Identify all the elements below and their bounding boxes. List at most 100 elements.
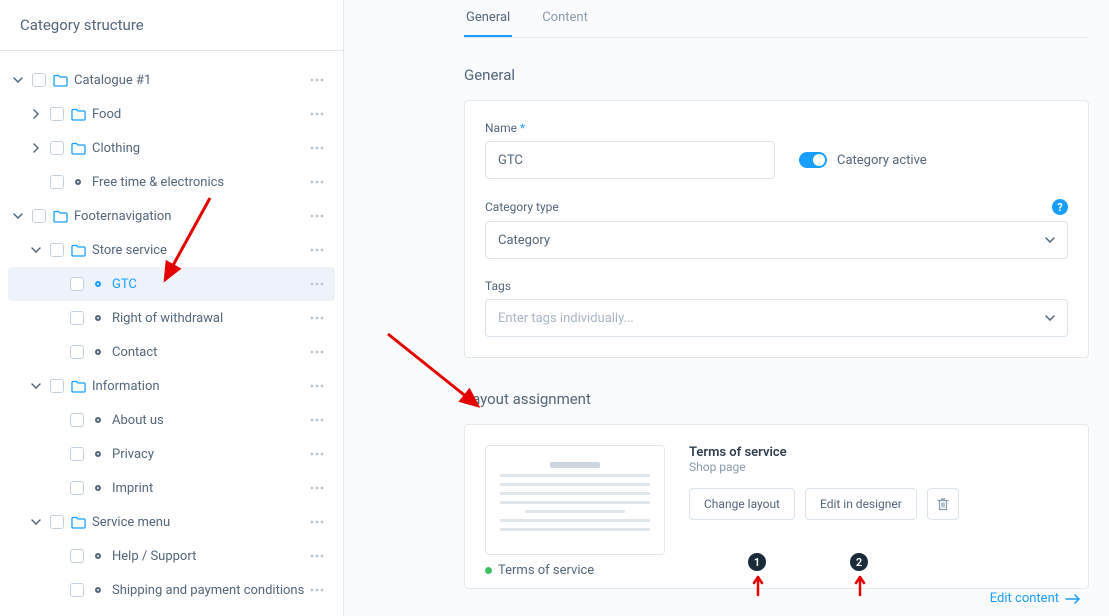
- tree-item[interactable]: Service menu: [8, 505, 335, 539]
- caret-icon[interactable]: [10, 208, 26, 224]
- category-type-select[interactable]: Category: [485, 221, 1068, 259]
- tags-text-input[interactable]: [498, 311, 1045, 326]
- more-icon[interactable]: [305, 340, 329, 364]
- edit-content-link[interactable]: Edit content: [990, 591, 1081, 606]
- folder-icon: [52, 72, 68, 88]
- tree-checkbox[interactable]: [70, 549, 84, 563]
- annotation-badge-2: 2: [850, 553, 868, 571]
- category-tree: Catalogue #1 Food ClothingFree time & elec…: [0, 51, 343, 616]
- tree-item-label: Help / Support: [112, 549, 305, 564]
- tree-checkbox[interactable]: [70, 481, 84, 495]
- tree-item-label: Catalogue #1: [74, 73, 305, 88]
- status-dot-icon: [485, 567, 492, 574]
- page-dot-icon: [90, 446, 106, 462]
- folder-icon: [70, 378, 86, 394]
- tree-item[interactable]: Privacy: [8, 437, 335, 471]
- page-dot-icon: [90, 548, 106, 564]
- name-input[interactable]: [485, 141, 775, 179]
- tree-item[interactable]: Imprint: [8, 471, 335, 505]
- tree-item-label: Store service: [92, 243, 305, 258]
- tree-checkbox[interactable]: [32, 73, 46, 87]
- category-active-toggle[interactable]: [799, 152, 827, 168]
- tab-content[interactable]: Content: [540, 0, 590, 37]
- page-dot-icon: [70, 174, 86, 190]
- caret-icon[interactable]: [10, 72, 26, 88]
- more-icon[interactable]: [305, 544, 329, 568]
- sidebar: Category structure Catalogue #1 Food Cloth…: [0, 0, 344, 616]
- more-icon[interactable]: [305, 238, 329, 262]
- tree-item[interactable]: Food: [8, 97, 335, 131]
- page-dot-icon: [90, 344, 106, 360]
- more-icon[interactable]: [305, 442, 329, 466]
- tree-item[interactable]: Store service: [8, 233, 335, 267]
- more-icon[interactable]: [305, 510, 329, 534]
- tree-item[interactable]: GTC: [8, 267, 335, 301]
- name-label: Name *: [485, 121, 775, 135]
- tree-checkbox[interactable]: [50, 515, 64, 529]
- more-icon[interactable]: [305, 170, 329, 194]
- tree-item-label: Food: [92, 107, 305, 122]
- change-layout-button[interactable]: Change layout: [689, 488, 795, 520]
- tree-item[interactable]: Right of withdrawal: [8, 301, 335, 335]
- tree-checkbox[interactable]: [70, 583, 84, 597]
- layout-thumbnail: [485, 445, 665, 555]
- section-title-general: General: [464, 66, 1089, 84]
- tree-item[interactable]: Free time & electronics: [8, 165, 335, 199]
- caret-icon[interactable]: [28, 378, 44, 394]
- layout-card: Terms of service Terms of service Shop p…: [464, 424, 1089, 589]
- tree-checkbox[interactable]: [70, 345, 84, 359]
- caret-icon[interactable]: [28, 242, 44, 258]
- tree-item-label: Shipping and payment conditions: [112, 583, 305, 598]
- tree-item[interactable]: About us: [8, 403, 335, 437]
- page-dot-icon: [90, 480, 106, 496]
- more-icon[interactable]: [305, 374, 329, 398]
- more-icon[interactable]: [305, 578, 329, 602]
- main-panel: General Content General Name * Category …: [344, 0, 1109, 616]
- tree-item-label: Right of withdrawal: [112, 311, 305, 326]
- tree-checkbox[interactable]: [50, 141, 64, 155]
- tree-checkbox[interactable]: [70, 413, 84, 427]
- tree-item[interactable]: Contact: [8, 335, 335, 369]
- caret-icon[interactable]: [28, 140, 44, 156]
- tree-item[interactable]: Information: [8, 369, 335, 403]
- tabs: General Content: [464, 0, 1089, 38]
- tree-checkbox[interactable]: [32, 209, 46, 223]
- more-icon[interactable]: [305, 272, 329, 296]
- chevron-down-icon: [1045, 315, 1055, 321]
- more-icon[interactable]: [305, 136, 329, 160]
- tree-checkbox[interactable]: [50, 379, 64, 393]
- tree-checkbox[interactable]: [50, 107, 64, 121]
- page-dot-icon: [90, 310, 106, 326]
- more-icon[interactable]: [305, 476, 329, 500]
- sidebar-title: Category structure: [0, 0, 343, 51]
- page-dot-icon: [90, 582, 106, 598]
- tree-checkbox[interactable]: [50, 175, 64, 189]
- more-icon[interactable]: [305, 102, 329, 126]
- more-icon[interactable]: [305, 68, 329, 92]
- tab-general[interactable]: General: [464, 0, 512, 37]
- more-icon[interactable]: [305, 306, 329, 330]
- chevron-down-icon: [1045, 237, 1055, 243]
- caret-icon[interactable]: [28, 106, 44, 122]
- caret-icon[interactable]: [28, 514, 44, 530]
- tree-item[interactable]: Shipping and payment conditions: [8, 573, 335, 607]
- tree-item[interactable]: Help / Support: [8, 539, 335, 573]
- annotation-badge-1: 1: [748, 553, 766, 571]
- tree-checkbox[interactable]: [70, 277, 84, 291]
- more-icon[interactable]: [305, 408, 329, 432]
- tags-input[interactable]: [485, 299, 1068, 337]
- tree-checkbox[interactable]: [70, 447, 84, 461]
- tree-checkbox[interactable]: [70, 311, 84, 325]
- more-icon[interactable]: [305, 204, 329, 228]
- edit-in-designer-button[interactable]: Edit in designer: [805, 488, 917, 520]
- layout-type: Shop page: [689, 460, 1068, 474]
- tree-item[interactable]: Catalogue #1: [8, 63, 335, 97]
- layout-thumb-label: Terms of service: [485, 563, 665, 578]
- tree-item[interactable]: Clothing: [8, 131, 335, 165]
- delete-layout-button[interactable]: [927, 488, 959, 520]
- tree-item-label: Privacy: [112, 447, 305, 462]
- tree-checkbox[interactable]: [50, 243, 64, 257]
- help-icon[interactable]: ?: [1052, 199, 1068, 215]
- tree-item[interactable]: Footernavigation: [8, 199, 335, 233]
- tree-item-label: Information: [92, 379, 305, 394]
